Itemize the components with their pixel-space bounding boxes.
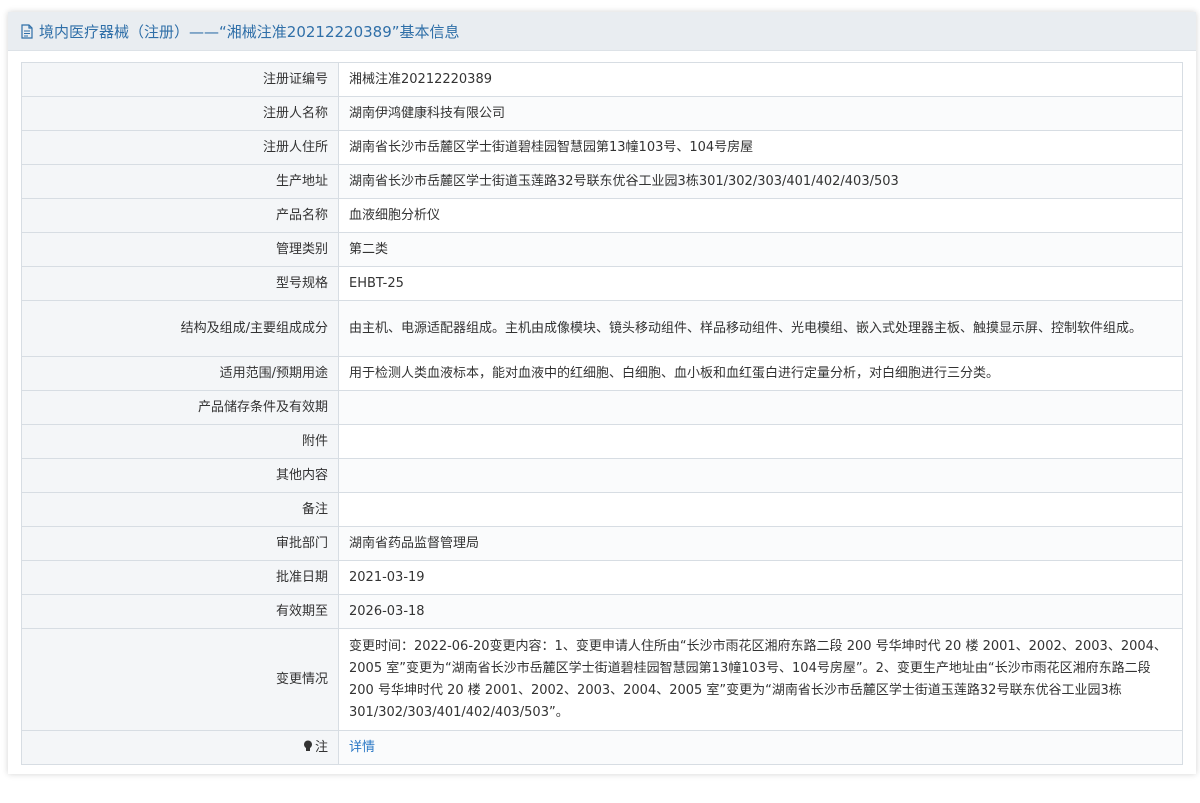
table-row: 型号规格 EHBT-25 xyxy=(21,266,1183,301)
row-value: 由主机、电源适配器组成。主机由成像模块、镜头移动组件、样品移动组件、光电模组、嵌… xyxy=(338,300,1183,357)
table-row: 备注 xyxy=(21,492,1183,527)
table-row: 其他内容 xyxy=(21,458,1183,493)
row-label: 批准日期 xyxy=(21,560,339,595)
row-value: 湘械注准20212220389 xyxy=(338,62,1183,97)
table-row: 注册人名称 湖南伊鸿健康科技有限公司 xyxy=(21,96,1183,131)
row-value: 湖南省长沙市岳麓区学士街道碧桂园智慧园第13幢103号、104号房屋 xyxy=(338,130,1183,165)
row-label: 产品名称 xyxy=(21,198,339,233)
panel-header: 境内医疗器械（注册）——“湘械注准20212220389”基本信息 xyxy=(8,12,1196,51)
table-row: 产品名称 血液细胞分析仪 xyxy=(21,198,1183,233)
row-label: 备注 xyxy=(21,492,339,527)
row-value: 2026-03-18 xyxy=(338,594,1183,629)
note-row: 注 详情 xyxy=(21,730,1183,765)
row-label: 生产地址 xyxy=(21,164,339,199)
table-row: 生产地址 湖南省长沙市岳麓区学士街道玉莲路32号联东优谷工业园3栋301/302… xyxy=(21,164,1183,199)
row-label: 变更情况 xyxy=(21,628,339,731)
table-row: 结构及组成/主要组成成分 由主机、电源适配器组成。主机由成像模块、镜头移动组件、… xyxy=(21,300,1183,357)
row-value: 第二类 xyxy=(338,232,1183,267)
row-label: 附件 xyxy=(21,424,339,459)
row-value xyxy=(338,390,1183,425)
row-value: 湖南省长沙市岳麓区学士街道玉莲路32号联东优谷工业园3栋301/302/303/… xyxy=(338,164,1183,199)
note-label-cell: 注 xyxy=(21,730,339,765)
row-value: 变更时间：2022-06-20变更内容：1、变更申请人住所由“长沙市雨花区湘府东… xyxy=(338,628,1183,731)
row-label: 其他内容 xyxy=(21,458,339,493)
row-label: 有效期至 xyxy=(21,594,339,629)
row-label: 管理类别 xyxy=(21,232,339,267)
row-value xyxy=(338,424,1183,459)
row-label: 适用范围/预期用途 xyxy=(21,356,339,391)
table-row: 产品储存条件及有效期 xyxy=(21,390,1183,425)
row-label: 型号规格 xyxy=(21,266,339,301)
lightbulb-icon xyxy=(303,738,313,751)
page-title: 境内医疗器械（注册）——“湘械注准20212220389”基本信息 xyxy=(39,22,460,41)
table-row: 批准日期 2021-03-19 xyxy=(21,560,1183,595)
table-row: 注册人住所 湖南省长沙市岳麓区学士街道碧桂园智慧园第13幢103号、104号房屋 xyxy=(21,130,1183,165)
row-value: 用于检测人类血液标本，能对血液中的红细胞、白细胞、血小板和血红蛋白进行定量分析，… xyxy=(338,356,1183,391)
row-value: 2021-03-19 xyxy=(338,560,1183,595)
details-link[interactable]: 详情 xyxy=(349,740,375,755)
note-label: 注 xyxy=(314,739,328,755)
table-row: 适用范围/预期用途 用于检测人类血液标本，能对血液中的红细胞、白细胞、血小板和血… xyxy=(21,356,1183,391)
table-row: 审批部门 湖南省药品监督管理局 xyxy=(21,526,1183,561)
note-value: 详情 xyxy=(338,730,1183,765)
row-value xyxy=(338,458,1183,493)
table-row: 注册证编号 湘械注准20212220389 xyxy=(21,62,1183,97)
row-value xyxy=(338,492,1183,527)
row-value: 血液细胞分析仪 xyxy=(338,198,1183,233)
row-label: 注册证编号 xyxy=(21,62,339,97)
table-row: 附件 xyxy=(21,424,1183,459)
row-value: 湖南省药品监督管理局 xyxy=(338,526,1183,561)
info-table: 注册证编号 湘械注准20212220389 注册人名称 湖南伊鸿健康科技有限公司… xyxy=(21,62,1183,765)
row-label: 审批部门 xyxy=(21,526,339,561)
info-panel: 境内医疗器械（注册）——“湘械注准20212220389”基本信息 注册证编号 … xyxy=(8,12,1196,774)
row-value: 湖南伊鸿健康科技有限公司 xyxy=(338,96,1183,131)
row-label: 产品储存条件及有效期 xyxy=(21,390,339,425)
table-row: 管理类别 第二类 xyxy=(21,232,1183,267)
row-label: 结构及组成/主要组成成分 xyxy=(21,300,339,357)
table-row: 变更情况 变更时间：2022-06-20变更内容：1、变更申请人住所由“长沙市雨… xyxy=(21,628,1183,731)
document-icon xyxy=(20,23,36,39)
row-label: 注册人名称 xyxy=(21,96,339,131)
table-row: 有效期至 2026-03-18 xyxy=(21,594,1183,629)
row-label: 注册人住所 xyxy=(21,130,339,165)
row-value: EHBT-25 xyxy=(338,266,1183,301)
